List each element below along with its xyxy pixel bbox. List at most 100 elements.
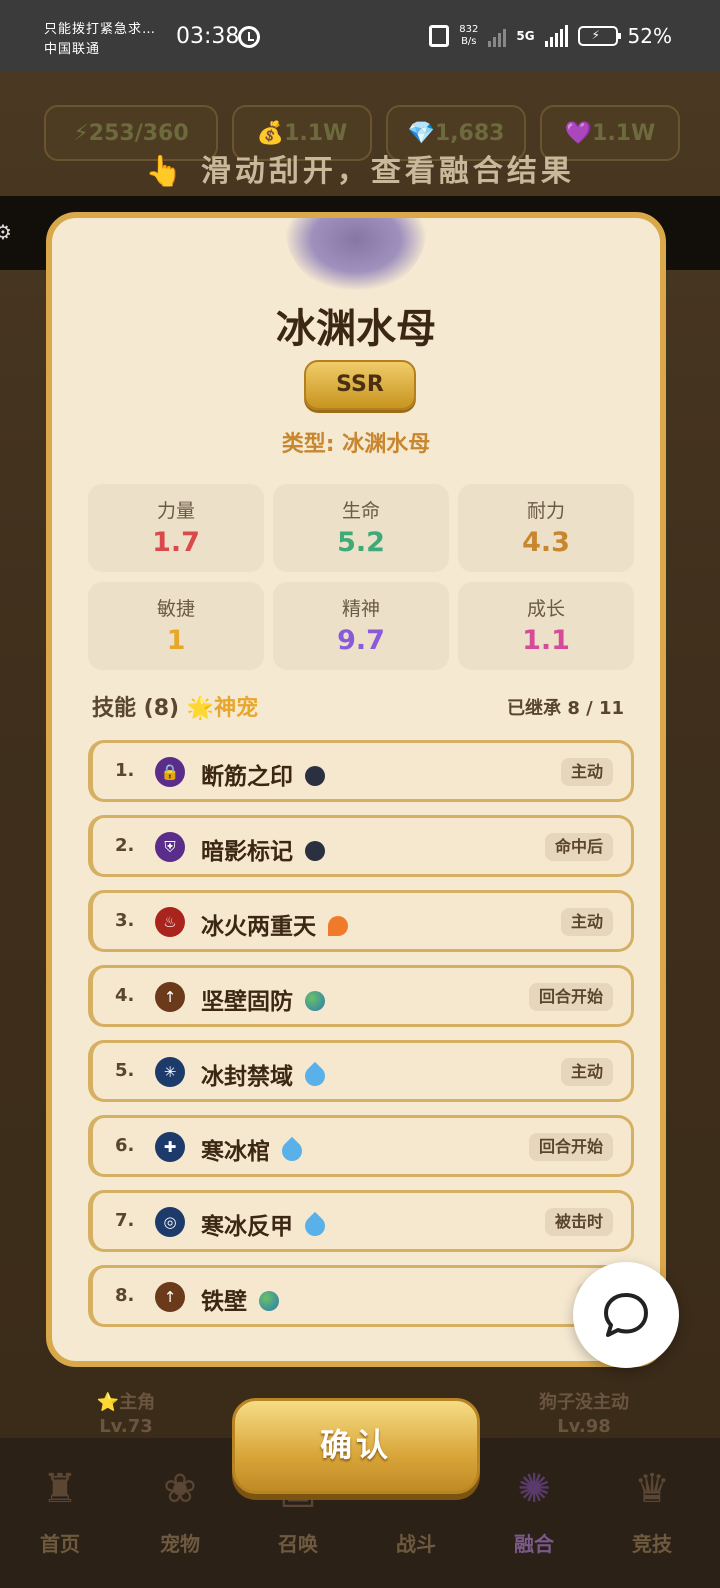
hero-card-title: ⭐主角: [96, 1392, 156, 1413]
globe-icon: [259, 1291, 279, 1311]
alarm-icon: [238, 26, 260, 48]
skill-trigger-tag: 回合开始: [528, 983, 613, 1011]
skill-number: 2.: [115, 835, 135, 856]
skill-trigger-tag: 被击时: [544, 1208, 613, 1236]
skill-name: 断筋之印: [201, 757, 325, 791]
arrow-up-icon: ↑: [155, 1282, 185, 1312]
skill-number: 7.: [115, 1210, 135, 1231]
stat-agility: 敏捷 1: [88, 582, 264, 670]
chat-bubble-icon: [604, 1293, 648, 1337]
stat-stamina: 耐力 4.3: [458, 484, 634, 572]
water-drop-icon: [277, 1136, 307, 1166]
skill-trigger-tag: 主动: [560, 758, 613, 786]
battery-icon: ⚡: [577, 26, 621, 46]
stat-health: 生命 5.2: [273, 484, 449, 572]
nav-arena[interactable]: 竞技: [612, 1528, 692, 1557]
status-right: 832 B/s 5G ⚡ 52%: [429, 24, 672, 48]
skill-number: 6.: [115, 1135, 135, 1156]
skill-row[interactable]: 6. ✚ 寒冰棺 回合开始: [88, 1115, 634, 1177]
pet-card-title: 狗子没主动: [539, 1392, 629, 1413]
cell-signal-icon: [544, 25, 568, 47]
divine-pet-badge: 🌟神宠: [186, 696, 259, 721]
stat-label: 力量: [156, 500, 195, 522]
skill-number: 5.: [115, 1060, 135, 1081]
nav-fusion[interactable]: 融合: [494, 1528, 574, 1557]
network-type: 5G: [516, 29, 535, 43]
skill-number: 3.: [115, 910, 135, 931]
stat-label: 生命: [341, 500, 380, 522]
stat-spirit: 精神 9.7: [273, 582, 449, 670]
skill-row[interactable]: 7. ◎ 寒冰反甲 被击时: [88, 1190, 634, 1252]
nav-pets[interactable]: 宠物: [140, 1528, 220, 1557]
arrow-up-icon: ↑: [155, 982, 185, 1012]
net-speed: 832 B/s: [459, 24, 478, 48]
skill-row[interactable]: 8. ↑ 铁壁 开: [88, 1265, 634, 1327]
stat-label: 精神: [341, 598, 380, 620]
status-bar: 只能拨打紧急求… 中国联通 03:38 832 B/s 5G ⚡ 52%: [0, 0, 720, 72]
skill-trigger-tag: 回合开始: [528, 1133, 613, 1161]
skill-number: 1.: [115, 760, 135, 781]
stat-label: 敏捷: [156, 598, 195, 620]
water-drop-icon: [300, 1211, 330, 1241]
castle-icon: ♜: [42, 1466, 78, 1512]
status-left: 只能拨打紧急求… 中国联通: [44, 20, 156, 60]
skill-trigger-tag: 主动: [560, 1058, 613, 1086]
pet-type: 类型: 冰渊水母: [281, 432, 431, 457]
skill-name: 寒冰棺: [201, 1132, 307, 1166]
pet-portrait: [286, 218, 426, 290]
skill-name: 铁壁: [201, 1282, 279, 1316]
skill-number: 4.: [115, 985, 135, 1006]
nav-battle[interactable]: 战斗: [376, 1528, 456, 1557]
gear-icon: ⚙: [0, 220, 12, 244]
vibrate-icon: [429, 25, 450, 47]
skill-number: 8.: [115, 1285, 135, 1306]
skills-title: 技能 (8): [92, 696, 180, 721]
stat-value: 1: [166, 625, 186, 656]
wifi-signal-icon: [488, 25, 507, 47]
dragon-icon: ✺: [517, 1466, 551, 1512]
scratch-hint: 👆 滑动刮开，查看融合结果: [145, 154, 575, 189]
inherited-count: 已继承 8 / 11: [507, 698, 624, 719]
hero-card-level: Lv.73: [99, 1416, 153, 1437]
skill-row[interactable]: 2. ⛨ 暗影标记 命中后: [88, 815, 634, 877]
stat-label: 成长: [526, 598, 565, 620]
stat-value: 1.1: [522, 625, 570, 656]
fire-icon: [328, 916, 348, 936]
fusion-result-modal: 冰渊水母 SSR 类型: 冰渊水母 力量 1.7 生命 5.2 耐力 4.3 敏…: [46, 212, 666, 1367]
stat-growth: 成长 1.1: [458, 582, 634, 670]
stat-value: 9.7: [337, 625, 385, 656]
paw-icon: ❀: [163, 1466, 197, 1512]
skill-row[interactable]: 5. ✳ 冰封禁域 主动: [88, 1040, 634, 1102]
skill-trigger-tag: 命中后: [544, 833, 613, 861]
battery-percent: 52%: [627, 24, 672, 48]
water-drop-icon: [300, 1061, 330, 1091]
net-speed-value: 832: [459, 24, 479, 35]
rarity-badge: SSR: [304, 360, 416, 410]
globe-icon: [305, 991, 325, 1011]
moon-icon: [305, 841, 325, 861]
snowflake-icon: ✳: [155, 1057, 185, 1087]
lock-icon: 🔒: [155, 757, 185, 787]
shield-icon: ⛨: [155, 832, 185, 862]
clock: 03:38: [176, 24, 240, 49]
stat-value: 1.7: [152, 527, 200, 558]
trophy-icon: ♛: [634, 1466, 670, 1512]
skills-header: 技能 (8) 🌟神宠: [92, 690, 258, 722]
nav-home[interactable]: 首页: [20, 1528, 100, 1557]
stat-label: 耐力: [526, 500, 565, 522]
skill-name: 冰封禁域: [201, 1057, 330, 1091]
confirm-button[interactable]: 确认: [232, 1398, 480, 1494]
ring-icon: ◎: [155, 1207, 185, 1237]
chat-button[interactable]: [573, 1262, 679, 1368]
nav-summon[interactable]: 召唤: [258, 1528, 338, 1557]
pet-card-level: Lv.98: [557, 1416, 611, 1437]
skill-name: 冰火两重天: [201, 907, 348, 941]
skill-row[interactable]: 4. ↑ 坚壁固防 回合开始: [88, 965, 634, 1027]
skill-name: 坚壁固防: [201, 982, 325, 1016]
skill-row[interactable]: 1. 🔒 断筋之印 主动: [88, 740, 634, 802]
moon-icon: [305, 766, 325, 786]
skill-row[interactable]: 3. ♨ 冰火两重天 主动: [88, 890, 634, 952]
skill-name: 暗影标记: [201, 832, 325, 866]
stat-strength: 力量 1.7: [88, 484, 264, 572]
flame-icon: ♨: [155, 907, 185, 937]
